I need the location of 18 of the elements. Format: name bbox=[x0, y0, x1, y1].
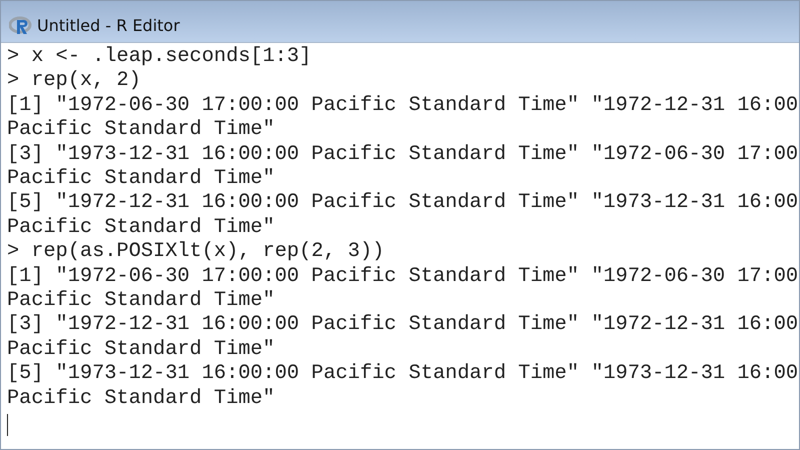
r-logo-icon bbox=[9, 16, 33, 36]
window-title: Untitled - R Editor bbox=[37, 16, 180, 35]
code-line: > rep(as.POSIXlt(x), rep(2, 3)) bbox=[7, 240, 384, 265]
code-line: Pacific Standard Time" bbox=[7, 338, 275, 362]
code-line: Pacific Standard Time" bbox=[7, 167, 275, 192]
code-line: Pacific Standard Time" bbox=[7, 386, 275, 412]
code-line: Pacific Standard Time" bbox=[7, 289, 275, 314]
code-line: [3] "1972-12-31 16:00:00 Pacific Standard Time" "1972-12-31 16:00 bbox=[7, 313, 798, 338]
code-line: [5] "1972-12-31 16:00:00 Pacific Standard Time" "1973-12-31 16:00 bbox=[7, 191, 798, 216]
code-line: Pacific Standard Time" bbox=[7, 216, 275, 240]
code-line: [1] "1972-06-30 17:00:00 Pacific Standard Time" "1972-06-30 17:00 bbox=[7, 264, 798, 290]
code-line: > rep(x, 2) bbox=[7, 69, 141, 94]
code-line: [5] "1973-12-31 16:00:00 Pacific Standard Time" "1973-12-31 16:00 bbox=[7, 362, 798, 387]
code-line: > x <- .leap.seconds[1:3] bbox=[7, 45, 312, 70]
code-line: [1] "1972-06-30 17:00:00 Pacific Standard Time" "1972-12-31 16:00 bbox=[7, 94, 798, 118]
code-line: [3] "1973-12-31 16:00:00 Pacific Standard Time" "1972-06-30 17:00 bbox=[7, 142, 798, 168]
code-line: Pacific Standard Time" bbox=[7, 118, 275, 143]
text-cursor bbox=[7, 414, 8, 436]
